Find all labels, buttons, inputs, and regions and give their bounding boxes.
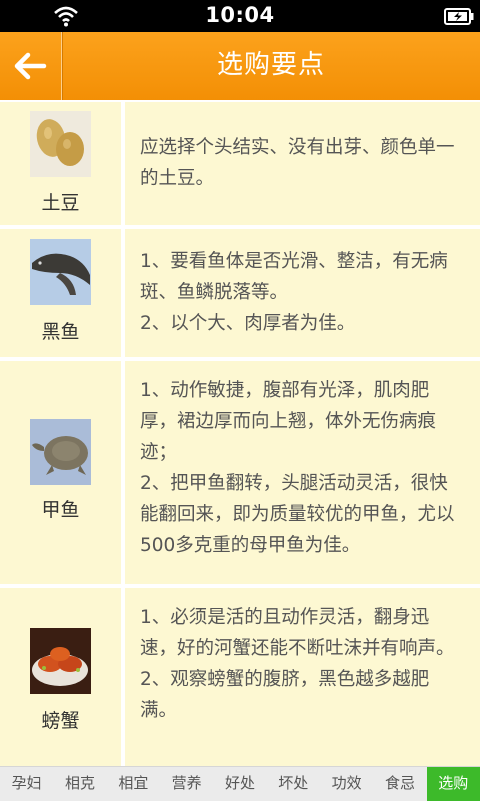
item-name: 甲鱼	[41, 499, 80, 521]
item-description-cell: 1、动作敏捷，腹部有光泽，肌肉肥厚，裙边厚而向上翘，体外无伤病痕迹； 2、把甲鱼…	[125, 361, 480, 584]
list-item: 土豆 应选择个头结实、没有出芽、颜色单一的土豆。	[0, 100, 480, 227]
soft-shell-turtle-image	[30, 419, 91, 485]
back-button[interactable]	[0, 32, 62, 100]
tab-buying[interactable]: 选购	[426, 767, 480, 801]
tab-compatible[interactable]: 相宜	[107, 767, 160, 801]
item-cell: 螃蟹	[0, 588, 121, 766]
list-item: 黑鱼 1、要看鱼体是否光滑、整洁，有无病斑、鱼鳞脱落等。 2、以个大、肉厚者为佳…	[0, 227, 480, 359]
list-item: 甲鱼 1、动作敏捷，腹部有光泽，肌肉肥厚，裙边厚而向上翘，体外无伤病痕迹； 2、…	[0, 359, 480, 586]
description-line: 1、必须是活的且动作灵活，翻身迅速，好的河蟹还能不断吐沫并有响声。	[140, 607, 455, 659]
app-header: 选购要点	[0, 32, 480, 101]
item-name: 螃蟹	[41, 710, 80, 732]
snakehead-fish-image	[30, 239, 91, 305]
item-description-cell: 1、要看鱼体是否光滑、整洁，有无病斑、鱼鳞脱落等。 2、以个大、肉厚者为佳。	[125, 229, 480, 357]
page-title: 选购要点	[216, 50, 325, 80]
description-line: 2、把甲鱼翻转，头腿活动灵活，很快能翻回来，即为质量较优的甲鱼，尤以500多克重…	[140, 473, 455, 556]
item-cell: 黑鱼	[0, 229, 121, 357]
description-line: 2、以个大、肉厚者为佳。	[140, 313, 356, 334]
tab-food-taboos[interactable]: 食忌	[373, 767, 426, 801]
item-description: 应选择个头结实、没有出芽、颜色单一的土豆。	[140, 132, 466, 194]
item-name: 黑鱼	[41, 321, 80, 343]
status-bar: 10:04	[0, 0, 480, 32]
item-description: 1、要看鱼体是否光滑、整洁，有无病斑、鱼鳞脱落等。 2、以个大、肉厚者为佳。	[140, 246, 466, 339]
tab-nutrition[interactable]: 营养	[160, 767, 213, 801]
tab-harms[interactable]: 坏处	[267, 767, 320, 801]
item-name: 土豆	[41, 192, 80, 214]
back-arrow-icon	[14, 52, 47, 80]
buying-tips-list[interactable]: 土豆 应选择个头结实、没有出芽、颜色单一的土豆。 黑鱼 1、要看鱼体是否光滑、整…	[0, 100, 480, 766]
item-description-cell: 应选择个头结实、没有出芽、颜色单一的土豆。	[125, 102, 480, 225]
battery-charging-icon	[444, 8, 474, 25]
status-time: 10:04	[205, 3, 275, 27]
description-line: 1、要看鱼体是否光滑、整洁，有无病斑、鱼鳞脱落等。	[140, 251, 448, 303]
description-line: 2、观察螃蟹的腹脐，黑色越多越肥满。	[140, 669, 430, 721]
bottom-tab-bar: 孕妇 相克 相宜 营养 好处 坏处 功效 食忌 选购	[0, 766, 480, 801]
item-cell: 甲鱼	[0, 361, 121, 584]
list-item: 螃蟹 1、必须是活的且动作灵活，翻身迅速，好的河蟹还能不断吐沫并有响声。 2、观…	[0, 586, 480, 766]
tab-pregnant[interactable]: 孕妇	[0, 767, 53, 801]
item-description: 1、动作敏捷，腹部有光泽，肌肉肥厚，裙边厚而向上翘，体外无伤病痕迹； 2、把甲鱼…	[140, 375, 466, 561]
potato-image	[30, 111, 91, 177]
tab-effects[interactable]: 功效	[320, 767, 373, 801]
item-cell: 土豆	[0, 102, 121, 225]
description-line: 应选择个头结实、没有出芽、颜色单一的土豆。	[140, 137, 455, 189]
tab-incompatible[interactable]: 相克	[53, 767, 106, 801]
description-line: 1、动作敏捷，腹部有光泽，肌肉肥厚，裙边厚而向上翘，体外无伤病痕迹；	[140, 380, 437, 463]
item-description-cell: 1、必须是活的且动作灵活，翻身迅速，好的河蟹还能不断吐沫并有响声。 2、观察螃蟹…	[125, 588, 480, 766]
crabs-image	[30, 628, 91, 694]
item-description: 1、必须是活的且动作灵活，翻身迅速，好的河蟹还能不断吐沫并有响声。 2、观察螃蟹…	[140, 602, 466, 726]
tab-benefits[interactable]: 好处	[213, 767, 266, 801]
